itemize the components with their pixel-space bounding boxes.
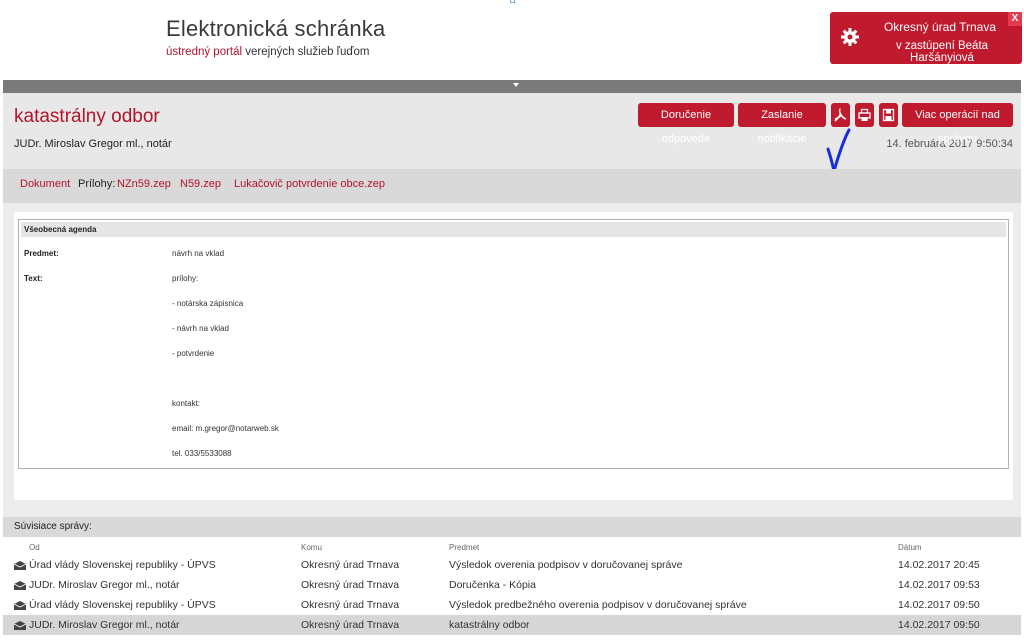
- table-row-selected[interactable]: JUDr. Miroslav Gregor ml., notár Okresný…: [3, 615, 1021, 635]
- message-body: Všeobecná agenda Predmet: návrh na vklad…: [14, 212, 1013, 500]
- brand-subtitle-rest: verejných služieb ľuďom: [242, 46, 370, 58]
- row-date: 14.02.2017 20:45: [898, 559, 980, 571]
- brand-title[interactable]: Elektronická schránka: [166, 16, 385, 42]
- user-box[interactable]: Okresný úrad Trnava v zastúpení Beáta Ha…: [830, 12, 1022, 64]
- row-from: Úrad vlády Slovenskej republiky - ÚPVS: [29, 599, 216, 611]
- row-from: Úrad vlády Slovenskej republiky - ÚPVS: [29, 559, 216, 571]
- row-date: 14.02.2017 09:50: [898, 599, 980, 611]
- document-link[interactable]: Dokument: [20, 178, 70, 190]
- text-line: - notárska zápisnica: [172, 299, 244, 308]
- row-subject: Výsledok overenia podpisov v doručovanej…: [449, 559, 683, 571]
- row-date: 14.02.2017 09:50: [898, 619, 980, 631]
- message-content-area: Všeobecná agenda Predmet: návrh na vklad…: [3, 203, 1021, 517]
- user-organization: Okresný úrad Trnava: [883, 20, 997, 34]
- row-subject: Výsledok predbežného overenia podpisov v…: [449, 599, 747, 611]
- row-date: 14.02.2017 09:53: [898, 579, 980, 591]
- row-to: Okresný úrad Trnava: [301, 619, 400, 631]
- text-label: Text:: [24, 274, 43, 283]
- row-to: Okresný úrad Trnava: [301, 599, 400, 611]
- attachment-link[interactable]: NZn59.zep: [117, 178, 171, 190]
- envelope-icon: [14, 561, 26, 570]
- related-messages: Súvisiace správy: Od Komu Predmet Dátum …: [3, 517, 1021, 643]
- row-from: JUDr. Miroslav Gregor ml., notár: [29, 619, 180, 631]
- save-icon: [882, 108, 895, 122]
- text-line: tel. 033/5533088: [172, 449, 232, 458]
- attachments-bar: Dokument Prílohy: NZn59.zep N59.zep Luka…: [3, 169, 1021, 203]
- send-notification-button[interactable]: Zaslanie notifikácie: [738, 103, 826, 145]
- row-from: JUDr. Miroslav Gregor ml., notár: [29, 579, 180, 591]
- delivery-reply-button[interactable]: Doručenie odpovede: [638, 103, 734, 145]
- checkmark-icon: [826, 128, 851, 173]
- text-line: email: m.gregor@notarweb.sk: [172, 424, 279, 433]
- envelope-icon: [14, 621, 26, 630]
- general-agenda-panel: Všeobecná agenda Predmet: návrh na vklad…: [18, 219, 1009, 469]
- print-icon: [858, 108, 871, 121]
- message-sender: JUDr. Miroslav Gregor ml., notár: [14, 138, 172, 150]
- print-button[interactable]: [855, 103, 874, 127]
- save-button[interactable]: [879, 103, 898, 127]
- column-header-from: Od: [29, 543, 40, 552]
- message-header: katastrálny odbor JUDr. Miroslav Gregor …: [3, 93, 1021, 169]
- column-header-date: Dátum: [898, 543, 922, 552]
- collapse-bar[interactable]: [3, 80, 1021, 93]
- attachments-label: Prílohy:: [78, 178, 116, 190]
- user-representative: v zastúpení Beáta Haršányiová: [895, 40, 989, 64]
- row-subject: katastrálny odbor: [449, 619, 530, 631]
- table-row[interactable]: JUDr. Miroslav Gregor ml., notár Okresný…: [3, 575, 1021, 595]
- attachment-link[interactable]: N59.zep: [180, 178, 221, 190]
- text-line: - potvrdenie: [172, 349, 215, 358]
- subject-value: návrh na vklad: [172, 249, 225, 258]
- row-subject: Doručenka - Kópia: [449, 579, 536, 591]
- pdf-button[interactable]: [831, 103, 850, 127]
- related-title: Súvisiace správy:: [3, 517, 1021, 537]
- agenda-header: Všeobecná agenda: [21, 222, 1006, 237]
- column-header-subject: Predmet: [449, 543, 480, 552]
- close-button[interactable]: X: [1008, 12, 1022, 26]
- brand-subtitle-accent: ústredný portál: [166, 46, 243, 58]
- row-to: Okresný úrad Trnava: [301, 559, 400, 571]
- attachment-link[interactable]: Lukačovič potvrdenie obce.zep: [234, 178, 385, 190]
- envelope-icon: [14, 581, 26, 590]
- message-title: katastrálny odbor: [14, 106, 160, 127]
- text-line: prílohy:: [172, 274, 199, 283]
- top-header: Elektronická schránka ústredný portál ve…: [0, 0, 1024, 80]
- more-operations-button[interactable]: Viac operácií nad správou: [902, 103, 1013, 145]
- table-row[interactable]: Úrad vlády Slovenskej republiky - ÚPVS O…: [3, 595, 1021, 615]
- top-indicator: [510, 0, 515, 3]
- table-row[interactable]: Úrad vlády Slovenskej republiky - ÚPVS O…: [3, 555, 1021, 575]
- column-header-to: Komu: [301, 543, 322, 552]
- text-line: kontakt:: [172, 399, 201, 408]
- envelope-icon: [14, 601, 26, 610]
- caret-down-icon[interactable]: [513, 83, 519, 87]
- row-to: Okresný úrad Trnava: [301, 579, 400, 591]
- pdf-icon: [834, 108, 847, 122]
- text-line: - návrh na vklad: [172, 324, 229, 333]
- subject-label: Predmet:: [24, 249, 59, 258]
- gear-icon[interactable]: [840, 27, 860, 47]
- brand-subtitle: ústredný portál verejných služieb ľuďom: [166, 46, 369, 58]
